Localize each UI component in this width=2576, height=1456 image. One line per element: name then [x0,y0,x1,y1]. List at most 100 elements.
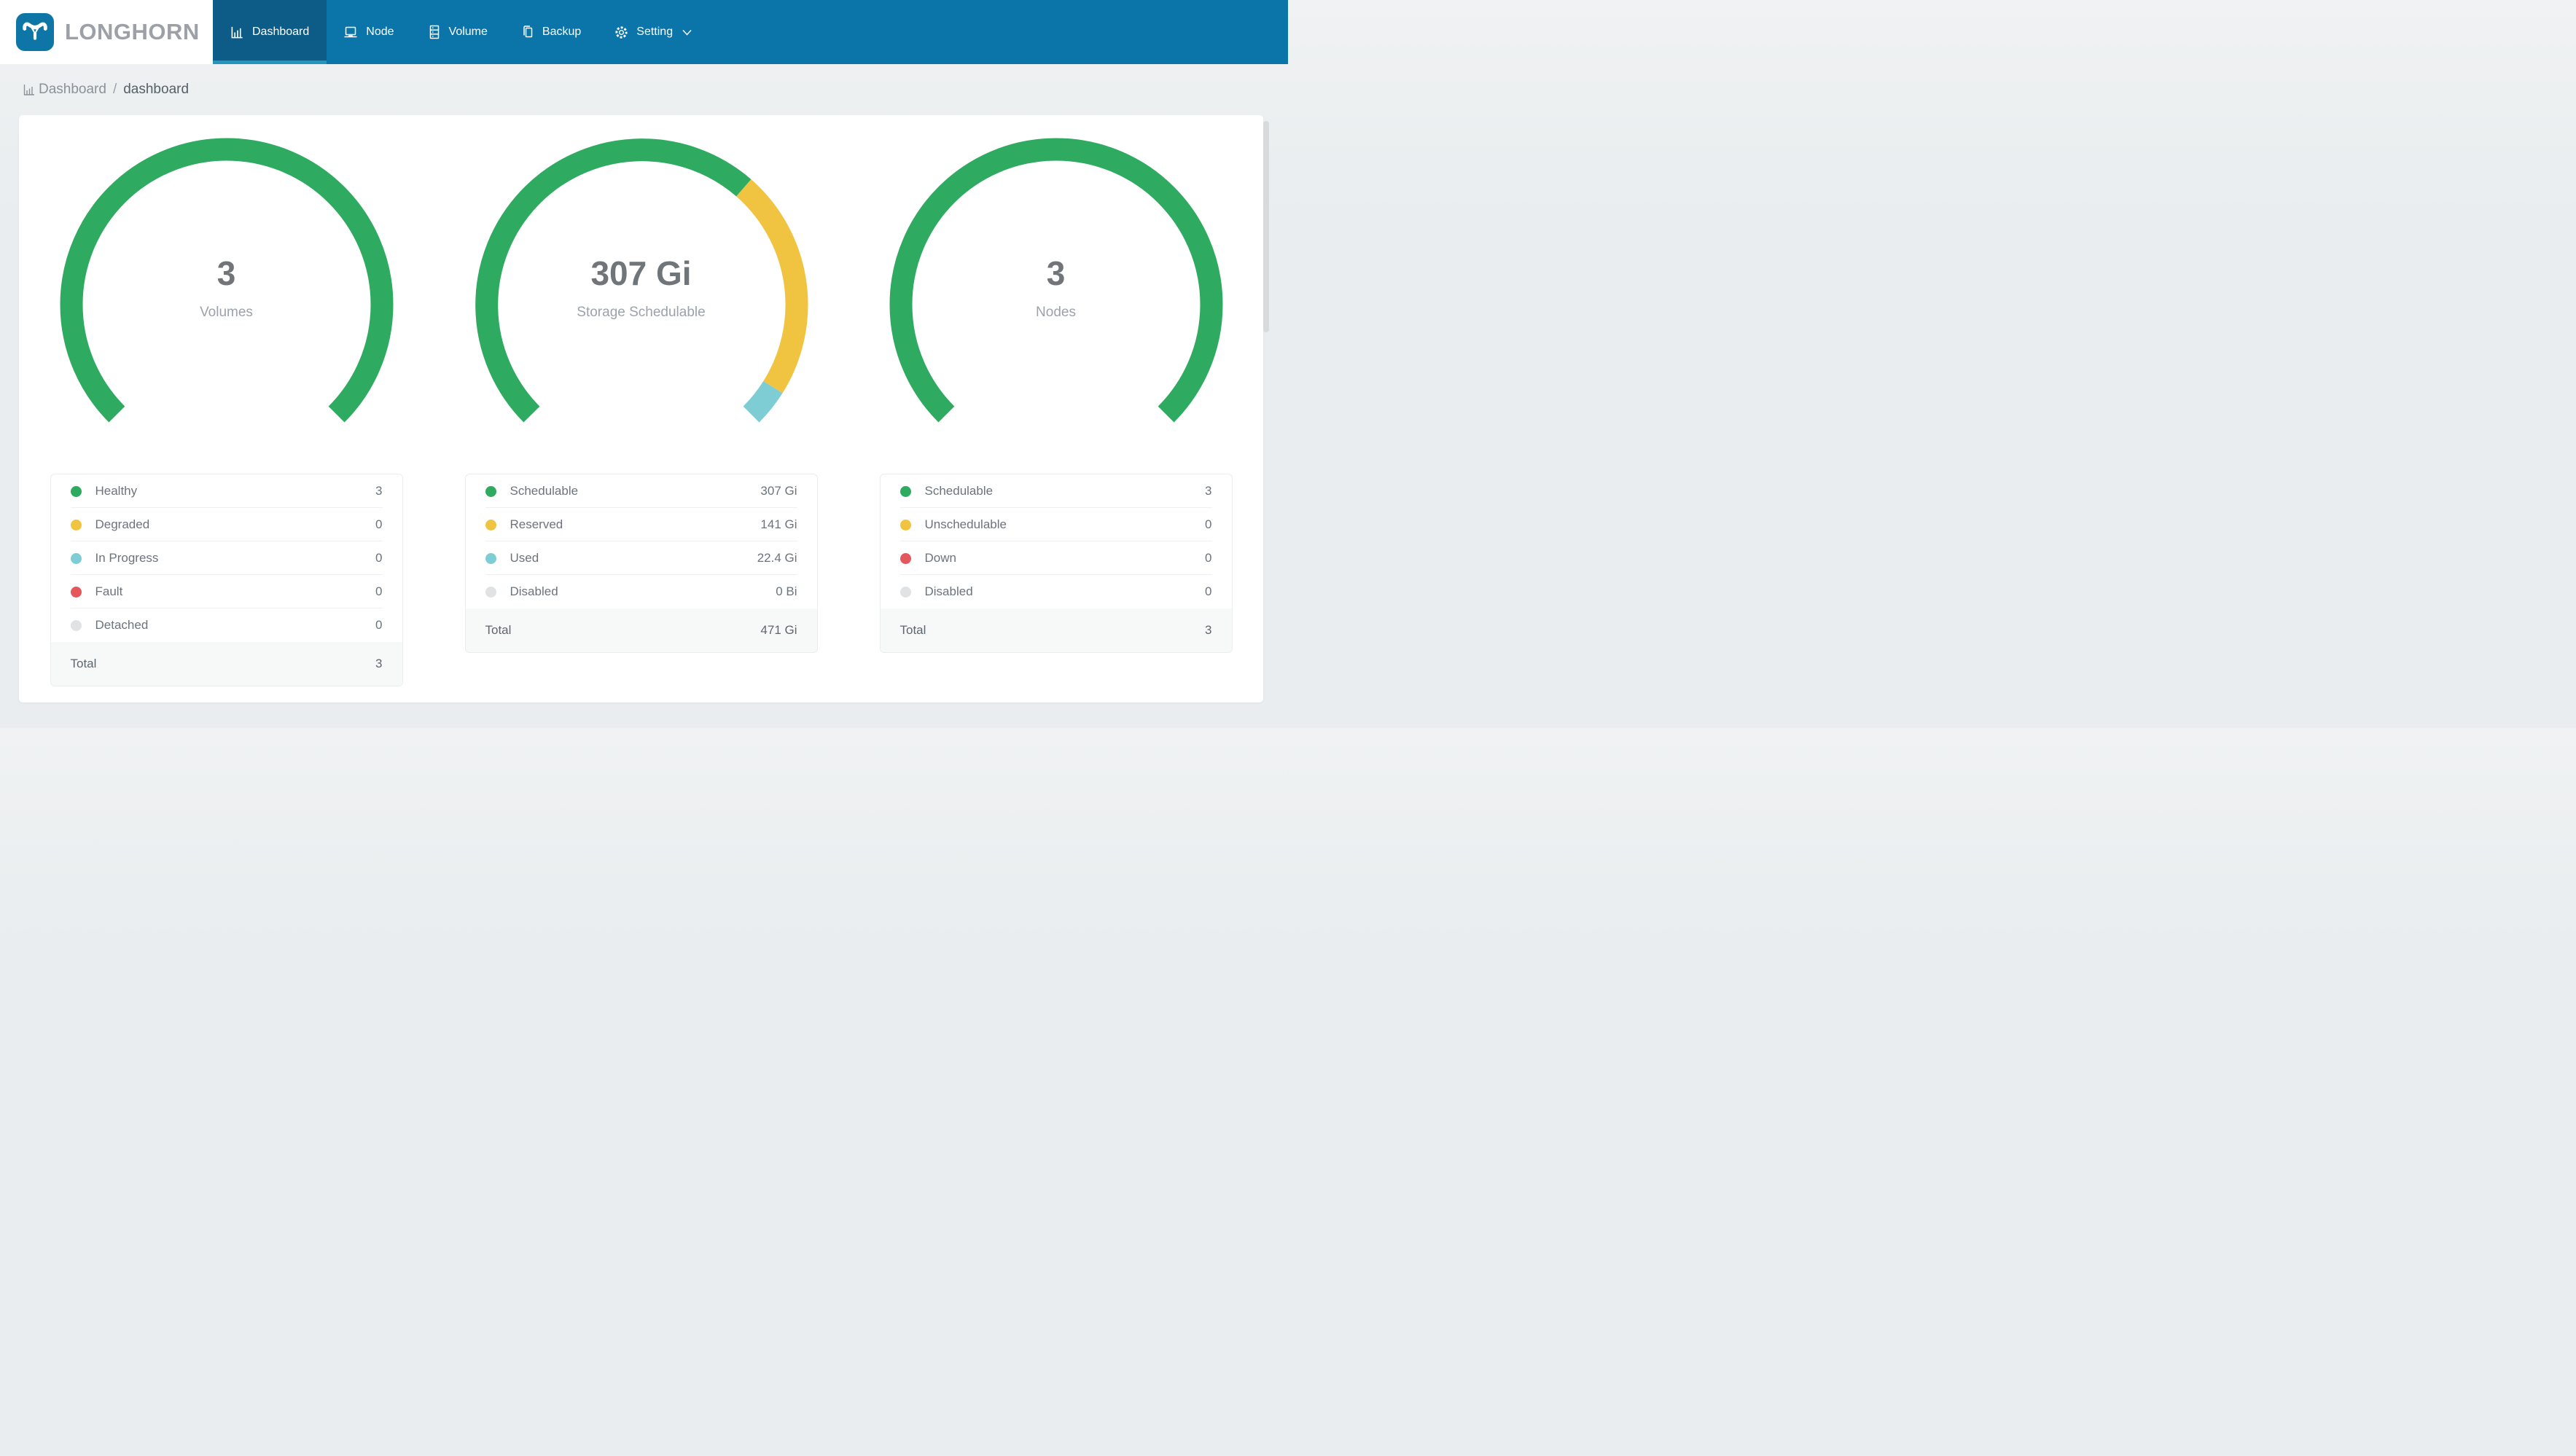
legend-label: Disabled [510,584,558,598]
legend-label: Reserved [510,517,563,531]
server-rack-icon [428,25,441,39]
legend-row-schedulable: Schedulable 3 [881,474,1232,508]
legend-dot [70,586,82,598]
breadcrumb: Dashboard / dashboard [0,64,1288,115]
total-value: 3 [375,657,383,670]
breadcrumb-root-link[interactable]: Dashboard [39,82,106,98]
gauge-segment-used [742,380,783,423]
logo-area[interactable]: LONGHORN [0,0,213,64]
legend-label: Down [924,551,956,565]
vertical-scrollbar-thumb[interactable] [1263,121,1269,332]
bar-chart-icon [230,26,244,39]
top-navbar: LONGHORN Dashboard Node Volume Backup Se… [0,0,1288,64]
breadcrumb-separator: / [112,82,117,97]
total-label: Total [70,657,97,670]
legend-value: 3 [1205,484,1212,498]
legend-value: 0 [1205,551,1212,565]
nav-item-setting[interactable]: Setting [598,0,709,64]
legend-dot [70,552,82,564]
copy-icon [521,25,534,39]
donut-gauge: 3 Volumes [59,137,394,472]
legend-value: 141 Gi [760,517,797,531]
donut-gauge-svg [60,138,393,423]
legend-row-unschedulable: Unschedulable 0 [881,508,1232,541]
legend-row-healthy: Healthy 3 [51,474,402,508]
legend-dot [70,485,82,497]
legend-dot [485,586,496,598]
laptop-icon [343,25,358,39]
nav-item-backup[interactable]: Backup [504,0,598,64]
legend-row-in-progress: In Progress 0 [51,541,402,575]
legend-dot [899,485,911,497]
gauge-segment-reserved [735,179,808,394]
donut-gauge: 307 Gi Storage Schedulable [474,137,809,472]
chart-column-0: 3 Volumes Healthy 3 Degraded 0 In Progress 0 Fau… [19,137,434,702]
legend-dot [899,552,911,564]
legend-label: Healthy [95,484,138,498]
legend-row-fault: Fault 0 [51,575,402,608]
gauge-segment-schedulable [889,138,1222,423]
legend-dot [485,552,496,564]
legend-row-disabled: Disabled 0 [881,575,1232,608]
legend-label: Degraded [95,517,150,531]
legend-value: 22.4 Gi [757,551,797,565]
nav-item-label: Setting [636,26,674,38]
legend-dot [485,519,496,531]
breadcrumb-current: dashboard [123,82,190,97]
nav-item-node[interactable]: Node [327,0,410,64]
legend-label: Used [510,551,539,565]
legend-value: 0 [1205,517,1212,531]
nav-item-volume[interactable]: Volume [411,0,504,64]
total-value: 3 [1205,623,1212,637]
nav-item-label: Volume [448,26,488,38]
chevron-down-icon [682,29,692,36]
total-value: 471 Gi [760,623,797,637]
legend-dot [899,519,911,531]
legend-label: Detached [95,618,149,632]
brand-name: LONGHORN [65,19,200,44]
legend-value: 0 [375,584,383,598]
legend-value: 0 Bi [776,584,797,598]
legend-value: 307 Gi [760,484,797,498]
legend-row-degraded: Degraded 0 [51,508,402,541]
chart-column-2: 3 Nodes Schedulable 3 Unschedulable 0 Down 0 Dis… [848,137,1263,702]
legend-row-disabled: Disabled 0 Bi [466,575,817,608]
nav-item-label: Node [366,26,394,38]
legend-row-used: Used 22.4 Gi [466,541,817,575]
legend-total-row: Total 3 [50,642,402,686]
donut-gauge: 3 Nodes [889,137,1224,472]
legend-row-detached: Detached 0 [51,608,402,642]
chart-column-1: 307 Gi Storage Schedulable Schedulable 307 … [434,137,848,702]
legend-label: Schedulable [924,484,994,498]
legend-dot [899,586,911,598]
legend-total-row: Total 3 [880,608,1232,652]
legend-value: 0 [375,517,383,531]
legend-label: Disabled [924,584,973,598]
main-nav: Dashboard Node Volume Backup Setting [213,0,1288,64]
legend-dot [70,619,82,631]
gear-icon [614,26,628,39]
nav-item-dashboard[interactable]: Dashboard [213,0,327,64]
legend-dot [70,519,82,531]
total-label: Total [899,623,926,637]
donut-gauge-svg [475,138,808,423]
bar-chart-icon [22,82,36,97]
legend-row-down: Down 0 [881,541,1232,575]
legend-value: 0 [1205,584,1212,598]
legend-value: 3 [375,484,383,498]
legend-row-reserved: Reserved 141 Gi [466,508,817,541]
longhorn-bull-icon [16,13,54,51]
legend-table: Schedulable 307 Gi Reserved 141 Gi Used 22.4 … [464,474,818,653]
legend-dot [485,485,496,497]
legend-table: Schedulable 3 Unschedulable 0 Down 0 Disabled 0… [879,474,1233,653]
legend-value: 0 [375,618,383,632]
legend-label: Fault [95,584,123,598]
donut-gauge-svg [889,138,1222,423]
legend-row-schedulable: Schedulable 307 Gi [466,474,817,508]
legend-label: Schedulable [510,484,579,498]
gauge-segment-healthy [60,138,393,423]
nav-item-label: Backup [542,26,582,38]
legend-value: 0 [375,551,383,565]
total-label: Total [485,623,512,637]
legend-label: In Progress [95,551,159,565]
